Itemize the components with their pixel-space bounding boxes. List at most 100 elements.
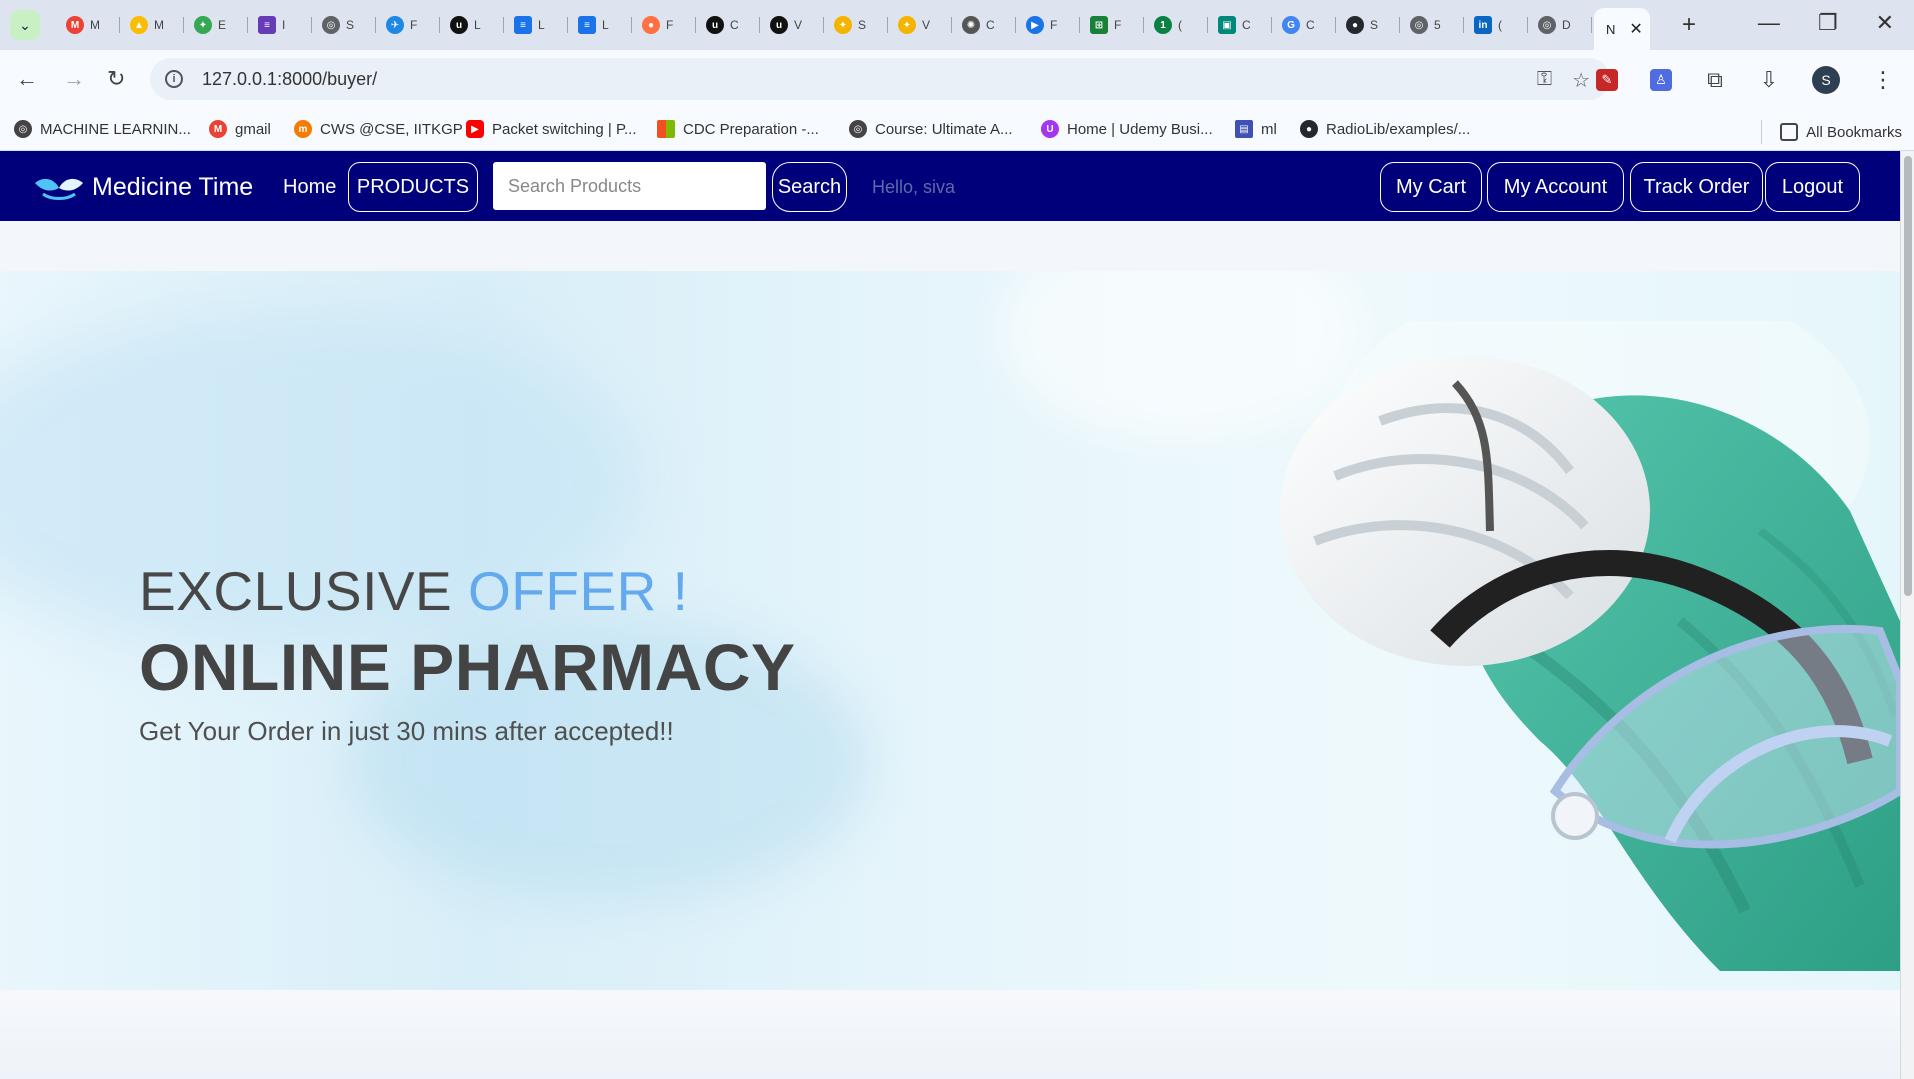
close-icon[interactable]: ✕ [1629, 19, 1642, 39]
my-account-button[interactable]: My Account [1487, 162, 1624, 212]
forward-icon[interactable]: → [63, 66, 85, 92]
password-key-icon[interactable]: ⚿ [1537, 68, 1552, 93]
browser-tab[interactable]: ✦ S [826, 8, 890, 42]
cws-icon: m [294, 120, 312, 138]
browser-tab[interactable]: GC [1274, 8, 1338, 42]
scrollbar-thumb[interactable] [1904, 156, 1912, 596]
drive-icon: ▲ [130, 16, 148, 34]
browser-tab[interactable]: ✦ V [890, 8, 954, 42]
tab-label: F [1114, 18, 1122, 32]
bookmark-item[interactable]: ◎ Course: Ultimate A... [849, 120, 1013, 138]
folder-icon [1780, 123, 1799, 141]
browser-tab[interactable]: 1( [1146, 8, 1210, 42]
bookmark-item[interactable]: ▤ ml [1235, 120, 1277, 138]
site-info-icon[interactable]: i [165, 70, 183, 88]
logout-button[interactable]: Logout [1765, 162, 1860, 212]
tab-search-icon[interactable]: ⌄ [10, 10, 40, 40]
browser-tab[interactable]: uC [698, 8, 762, 42]
medicine-time-logo-icon [35, 178, 83, 200]
tab-label: S [858, 18, 867, 32]
minimize-icon[interactable]: — [1758, 10, 1780, 36]
bookmark-item[interactable]: ● RadioLib/examples/... [1300, 120, 1470, 138]
bookmark-item[interactable]: Mgmail [209, 120, 271, 138]
browser-tab[interactable]: ✦ E [186, 8, 250, 42]
site-navbar: Medicine Time Home PRODUCTS Search Produ… [0, 151, 1900, 221]
back-icon[interactable]: ← [16, 66, 38, 92]
window-controls: — ❐ ✕ [1758, 10, 1894, 36]
track-order-button[interactable]: Track Order [1630, 162, 1763, 212]
linkedin-icon: in [1474, 16, 1492, 34]
bookmark-label: RadioLib/examples/... [1326, 120, 1471, 138]
bookmark-label: Home | Udemy Busi... [1067, 120, 1213, 138]
bookmark-item[interactable]: U Home | Udemy Busi... [1041, 120, 1213, 138]
bookmark-item[interactable]: ◎ MACHINE LEARNIN... [14, 120, 191, 138]
tab-label: L [602, 18, 609, 32]
upwork-icon: u [450, 16, 468, 34]
brand[interactable]: Medicine Time [33, 173, 253, 202]
new-tab-button[interactable]: + [1682, 11, 1696, 39]
address-bar[interactable]: i 127.0.0.1:8000/buyer/ ⚿ ☆ [150, 58, 1610, 100]
page-scrollbar[interactable] [1900, 151, 1914, 1079]
purple-extension-icon[interactable]: ♙ [1650, 69, 1672, 91]
all-bookmarks-button[interactable]: All Bookmarks [1761, 120, 1902, 144]
tab-label: C [986, 18, 995, 32]
browser-tab[interactable]: ◎ D [1530, 8, 1594, 42]
hero-banner: EXCLUSIVE OFFER ! ONLINE PHARMACY Get Yo… [0, 271, 1900, 990]
browser-tab[interactable]: ● S [1338, 8, 1402, 42]
tabs-container: ⌄ MM ▲ M ✦ E ≡ I ◎ S ✈ F uL ≡ L ≡ L ● F uC uV ✦ S… [10, 8, 1696, 50]
pinwheel-icon: ✦ [194, 16, 212, 34]
browser-tab[interactable]: uL [442, 8, 506, 42]
docs-icon: ≡ [514, 16, 532, 34]
search-button[interactable]: Search [772, 162, 847, 212]
extensions-puzzle-icon[interactable]: ⧉ [1704, 67, 1726, 92]
tab-label: D [1562, 18, 1571, 32]
bird-icon: ✈ [386, 16, 404, 34]
products-button[interactable]: PRODUCTS [348, 162, 478, 212]
download-icon[interactable]: ⇩ [1758, 67, 1780, 92]
play-icon: ▶ [1026, 16, 1044, 34]
tab-label: E [218, 18, 227, 32]
bookmark-star-icon[interactable]: ☆ [1572, 68, 1590, 93]
bookmark-label: CDC Preparation -... [683, 120, 819, 138]
browser-chrome: ⌄ MM ▲ M ✦ E ≡ I ◎ S ✈ F uL ≡ L ≡ L ● F uC uV ✦ S… [0, 0, 1914, 151]
browser-tab[interactable]: ✺ C [954, 8, 1018, 42]
search-input[interactable]: Search Products [493, 162, 766, 210]
browser-tab[interactable]: ✈ F [378, 8, 442, 42]
browser-tab[interactable]: ▲ M [122, 8, 186, 42]
browser-tab[interactable]: ≡ L [506, 8, 570, 42]
browser-tab[interactable]: ● F [634, 8, 698, 42]
red-extension-icon[interactable]: ✎ [1596, 69, 1618, 91]
home-link[interactable]: Home [283, 176, 336, 199]
globe-icon: ◎ [322, 16, 340, 34]
browser-tab[interactable]: in ( [1466, 8, 1530, 42]
brand-name: Medicine Time [92, 173, 254, 201]
bookmark-item[interactable]: CDC Preparation -... [657, 120, 819, 138]
reload-icon[interactable]: ↻ [107, 66, 125, 92]
bookmark-item[interactable]: m CWS @CSE, IITKGP [294, 120, 463, 138]
window-close-icon[interactable]: ✕ [1876, 10, 1894, 36]
active-tab[interactable]: N ✕ [1594, 8, 1650, 50]
browser-tab[interactable]: MM [58, 8, 122, 42]
browser-tab[interactable]: ≡ L [570, 8, 634, 42]
layout-icon: ▤ [1235, 120, 1253, 138]
bookmark-label: MACHINE LEARNIN... [40, 120, 191, 138]
colorful-spark-icon: ✦ [898, 16, 916, 34]
my-cart-button[interactable]: My Cart [1380, 162, 1482, 212]
bookmarks-bar: ◎ MACHINE LEARNIN... Mgmail m CWS @CSE, II… [0, 108, 1914, 151]
url-text[interactable]: 127.0.0.1:8000/buyer/ [202, 69, 377, 90]
menu-dots-icon[interactable]: ⋮ [1872, 67, 1894, 93]
browser-tab[interactable]: uV [762, 8, 826, 42]
browser-tab[interactable]: ◎ 5 [1402, 8, 1466, 42]
bookmark-label: gmail [235, 120, 271, 138]
tab-label: C [1242, 18, 1251, 32]
browser-tab[interactable]: ◎ S [314, 8, 378, 42]
profile-avatar[interactable]: S [1812, 66, 1840, 94]
browser-tab[interactable]: ▶ F [1018, 8, 1082, 42]
tab-label: L [538, 18, 545, 32]
restore-icon[interactable]: ❐ [1818, 10, 1838, 36]
tab-label: I [282, 18, 286, 32]
browser-tab[interactable]: ▣ C [1210, 8, 1274, 42]
browser-tab[interactable]: ≡ I [250, 8, 314, 42]
bookmark-item[interactable]: ▶ Packet switching | P... [466, 120, 637, 138]
browser-tab[interactable]: ⊞ F [1082, 8, 1146, 42]
